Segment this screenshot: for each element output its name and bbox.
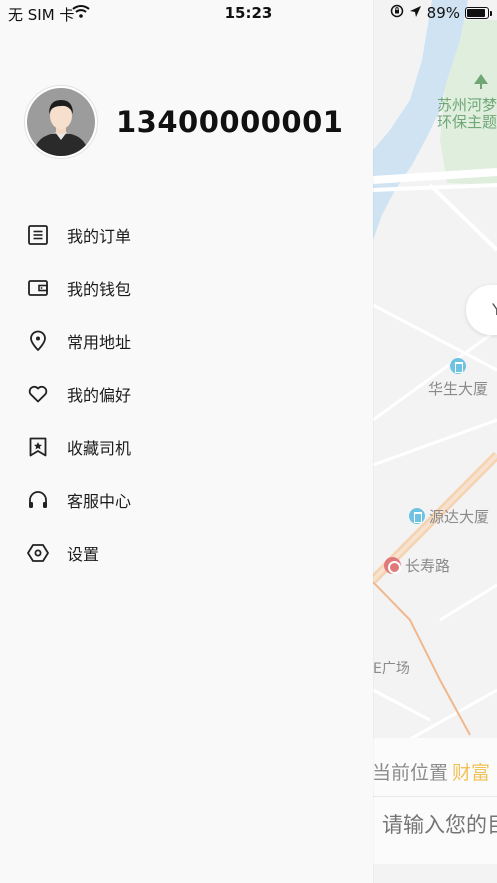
menu-item-label: 我的钱包	[67, 279, 132, 299]
map-label-yuanda-wrap: 源达大厦	[409, 506, 489, 527]
location-card: 当前位置 财富	[372, 738, 497, 864]
menu-item-settings[interactable]: 设置	[0, 526, 373, 579]
menu-item-label: 收藏司机	[67, 438, 132, 458]
bookmark-star-icon	[26, 435, 50, 459]
orientation-lock-icon	[390, 4, 404, 22]
battery-icon	[465, 7, 492, 19]
map-label-yuanda: 源达大厦	[429, 508, 490, 526]
side-drawer: 13400000001 我的订单 我的钱包 常用地址 我的偏好 收藏司机 客服中…	[0, 0, 373, 883]
location-pin-icon	[26, 329, 50, 353]
status-bar: 无 SIM 卡 15:23 89%	[0, 0, 497, 26]
menu-item-wallet[interactable]: 我的钱包	[0, 261, 373, 314]
menu-item-customer-service[interactable]: 客服中心	[0, 473, 373, 526]
poi-huasheng-icon	[450, 358, 470, 376]
metro-station-icon	[384, 557, 401, 574]
user-phone: 13400000001	[116, 105, 344, 139]
status-right: 89%	[390, 4, 492, 22]
menu-item-label: 我的订单	[67, 226, 132, 246]
map-label-park-line2: 环保主题	[437, 113, 497, 131]
headphones-icon	[26, 488, 50, 512]
current-location-label: 当前位置	[372, 762, 449, 784]
avatar[interactable]	[24, 85, 98, 159]
map-label-changshou: 长寿路	[405, 557, 451, 575]
menu-item-label: 客服中心	[67, 491, 132, 511]
menu-item-orders[interactable]: 我的订单	[0, 208, 373, 261]
menu-item-label: 常用地址	[67, 332, 132, 352]
location-arrow-icon	[409, 4, 422, 22]
map-label-huasheng: 华生大厦	[428, 380, 489, 398]
current-location-row[interactable]: 当前位置 财富	[372, 758, 490, 785]
wallet-icon	[26, 276, 50, 300]
building-icon	[409, 508, 425, 524]
destination-input[interactable]	[382, 813, 497, 837]
drawer-menu: 我的订单 我的钱包 常用地址 我的偏好 收藏司机 客服中心 设置	[0, 208, 373, 579]
settings-hexagon-icon	[26, 541, 50, 565]
menu-item-label: 我的偏好	[67, 385, 132, 405]
battery-percent: 89%	[426, 4, 460, 22]
menu-item-label: 设置	[67, 544, 100, 564]
map-label-changshou-wrap: 长寿路	[384, 555, 450, 576]
heart-icon	[26, 382, 50, 406]
menu-item-addresses[interactable]: 常用地址	[0, 314, 373, 367]
card-divider	[372, 796, 497, 797]
document-list-icon	[26, 223, 50, 247]
avatar-image	[27, 88, 95, 156]
user-profile[interactable]: 13400000001	[24, 85, 343, 159]
menu-item-preferences[interactable]: 我的偏好	[0, 367, 373, 420]
park-tree-icon	[474, 74, 488, 90]
menu-item-favorite-drivers[interactable]: 收藏司机	[0, 420, 373, 473]
map-label-plaza: E广场	[373, 661, 410, 677]
current-location-name: 财富	[452, 762, 491, 784]
